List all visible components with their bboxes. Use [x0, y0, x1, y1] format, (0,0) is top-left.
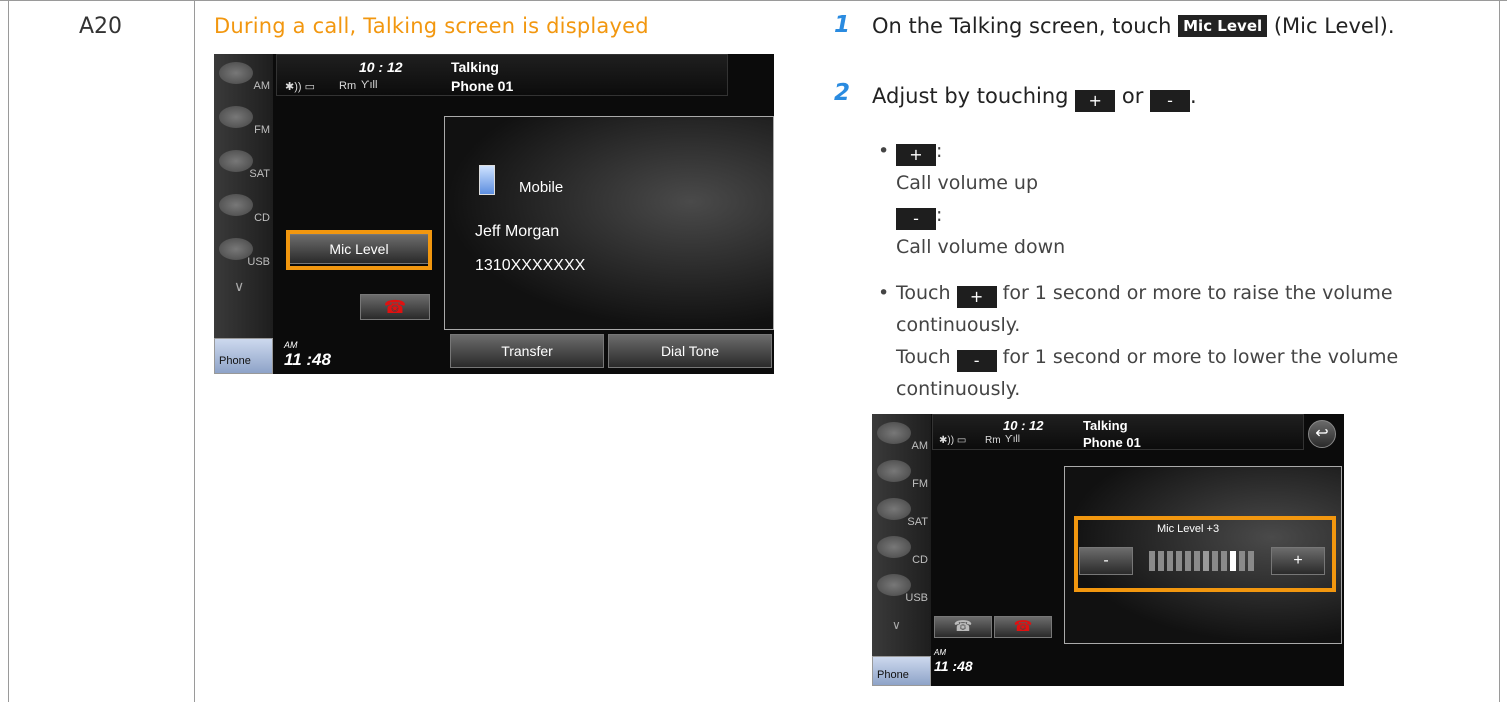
satellite-icon — [877, 498, 911, 520]
roaming-indicator: Rm — [339, 80, 357, 92]
source-usb[interactable]: USB — [214, 230, 273, 274]
plus-inline-button: + — [1075, 90, 1116, 112]
mic-level-screen: AM FM SAT CD USB ∨ Phone 10 : 12 Talking… — [872, 414, 1344, 686]
table-right-border — [1499, 0, 1500, 702]
table-column-divider — [194, 0, 195, 702]
bluetooth-icon: ✱)) ▭ — [285, 81, 315, 93]
clock: 11 :48 — [284, 350, 331, 369]
satellite-icon — [219, 150, 253, 172]
mic-level-highlight — [1074, 516, 1336, 592]
phone-tab[interactable]: Phone — [214, 338, 273, 374]
call-time: 10 : 12 — [1003, 418, 1044, 433]
step-2-number: 2 — [834, 80, 851, 106]
status-header: 10 : 12 Talking Phone 01 ✱)) ▭ Rm Ƴıll — [932, 414, 1304, 450]
continuously-text: continuously. — [896, 314, 1021, 336]
signal-icon: Ƴıll — [361, 79, 378, 91]
condition-title: During a call, Talking screen is display… — [214, 14, 649, 38]
end-call-button[interactable]: ☎ — [994, 616, 1052, 638]
disc-icon — [219, 194, 253, 216]
talking-screen: AM FM SAT CD USB ∨ Phone 10 : 12 Talking… — [214, 54, 774, 374]
clock-ampm: AM — [934, 648, 946, 657]
source-sidebar: AM FM SAT CD USB ∨ Phone — [872, 414, 931, 686]
step-2-text: Adjust by touching + or -. — [872, 84, 1197, 112]
call-volume-down-text: Call volume down — [896, 236, 1066, 258]
signal-icon: Ƴıll — [1005, 434, 1020, 445]
source-usb[interactable]: USB — [872, 566, 931, 610]
bluetooth-icon: ✱)) ▭ — [939, 435, 967, 446]
call-volume-up-text: Call volume up — [896, 172, 1039, 194]
device-name: Phone 01 — [1083, 435, 1141, 450]
contact-number: 1310XXXXXXX — [475, 257, 586, 274]
status-header: 10 : 12 Talking Phone 01 ✱)) ▭ Rm Ƴıll — [276, 54, 728, 96]
mic-level-inline-button: Mic Level — [1178, 15, 1268, 37]
answer-button[interactable]: ☎ — [934, 616, 992, 638]
radio-icon — [877, 460, 911, 482]
bullet-dot: • — [878, 282, 890, 304]
back-icon[interactable]: ↩ — [1308, 420, 1336, 448]
row-id: A20 — [79, 14, 123, 39]
source-sat[interactable]: SAT — [214, 142, 273, 186]
dial-tone-button[interactable]: Dial Tone — [608, 334, 772, 368]
source-cd[interactable]: CD — [214, 186, 273, 230]
plus-bullet: +: — [896, 140, 942, 166]
chevron-down-icon[interactable]: ∨ — [892, 618, 901, 632]
clock: 11 :48 — [934, 658, 973, 674]
call-time: 10 : 12 — [359, 59, 403, 75]
bullet-dot: • — [878, 140, 890, 162]
step-1-text: On the Talking screen, touch Mic Level (… — [872, 14, 1395, 38]
radio-icon — [219, 106, 253, 128]
minus-bullet: -: — [896, 204, 942, 230]
table-left-border — [8, 0, 9, 702]
device-name: Phone 01 — [451, 78, 514, 94]
contact-type: Mobile — [519, 179, 564, 196]
contact-panel: Mobile Jeff Morgan 1310XXXXXXX — [444, 116, 774, 330]
table-top-border — [0, 0, 1507, 1]
source-sidebar: AM FM SAT CD USB ∨ Phone — [214, 54, 273, 374]
raise-volume-text: Touch + for 1 second or more to raise th… — [896, 282, 1393, 308]
radio-icon — [877, 422, 911, 444]
phone-tab[interactable]: Phone — [872, 656, 931, 686]
end-call-button[interactable]: ☎ — [360, 294, 430, 320]
chevron-down-icon[interactable]: ∨ — [234, 278, 244, 295]
continuously-text-2: continuously. — [896, 378, 1021, 400]
transfer-button[interactable]: Transfer — [450, 334, 604, 368]
mobile-phone-icon — [479, 165, 495, 195]
clock-ampm: AM — [284, 340, 298, 350]
source-fm[interactable]: FM — [214, 98, 273, 142]
disc-icon — [877, 536, 911, 558]
mic-level-highlight — [286, 230, 432, 270]
source-am[interactable]: AM — [214, 54, 273, 98]
roaming-indicator: Rm — [985, 435, 1001, 446]
call-status: Talking — [451, 59, 499, 75]
contact-name: Jeff Morgan — [475, 223, 560, 240]
radio-icon — [219, 62, 253, 84]
call-status: Talking — [1083, 418, 1128, 433]
step-1-number: 1 — [834, 12, 851, 38]
lower-volume-text: Touch - for 1 second or more to lower th… — [896, 346, 1399, 372]
minus-inline-button: - — [1150, 90, 1191, 112]
